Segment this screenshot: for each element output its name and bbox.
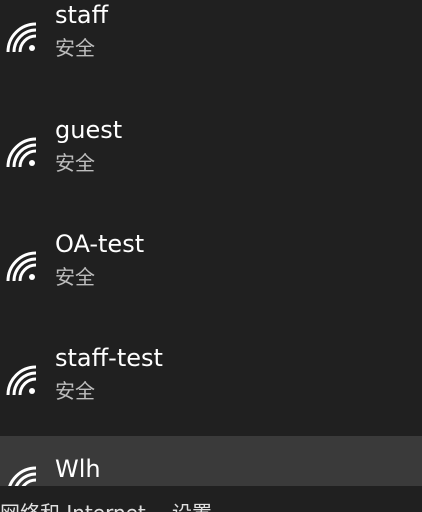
network-ssid: staff-test — [55, 344, 163, 372]
network-item-wlh[interactable]: Wlh — [0, 436, 422, 486]
network-settings-link[interactable]: 网络和 Internet — [0, 500, 146, 512]
network-ssid: OA-test — [55, 230, 145, 258]
network-settings-footer[interactable]: 网络和 Internet 设置 — [0, 486, 422, 512]
network-item-staff[interactable]: staff 安全 — [0, 0, 422, 78]
wifi-icon — [6, 251, 37, 282]
wifi-icon — [6, 137, 37, 168]
network-item-oa-test[interactable]: OA-test 安全 — [0, 211, 422, 307]
wifi-icon — [6, 22, 37, 53]
network-security-status: 安全 — [55, 151, 95, 175]
network-ssid: staff — [55, 1, 109, 29]
wifi-icon — [8, 466, 37, 486]
wifi-icon — [6, 365, 37, 396]
network-security-status: 安全 — [55, 36, 95, 60]
network-ssid: Wlh — [55, 455, 101, 483]
network-ssid: guest — [55, 116, 123, 144]
network-security-status: 安全 — [55, 265, 95, 289]
settings-label[interactable]: 设置 — [172, 500, 212, 512]
network-item-guest[interactable]: guest 安全 — [0, 97, 422, 193]
wifi-network-list: staff 安全 guest 安全 OA-test 安全 staff-test — [0, 0, 422, 512]
network-security-status: 安全 — [55, 379, 95, 403]
network-item-staff-test[interactable]: staff-test 安全 — [0, 325, 422, 421]
